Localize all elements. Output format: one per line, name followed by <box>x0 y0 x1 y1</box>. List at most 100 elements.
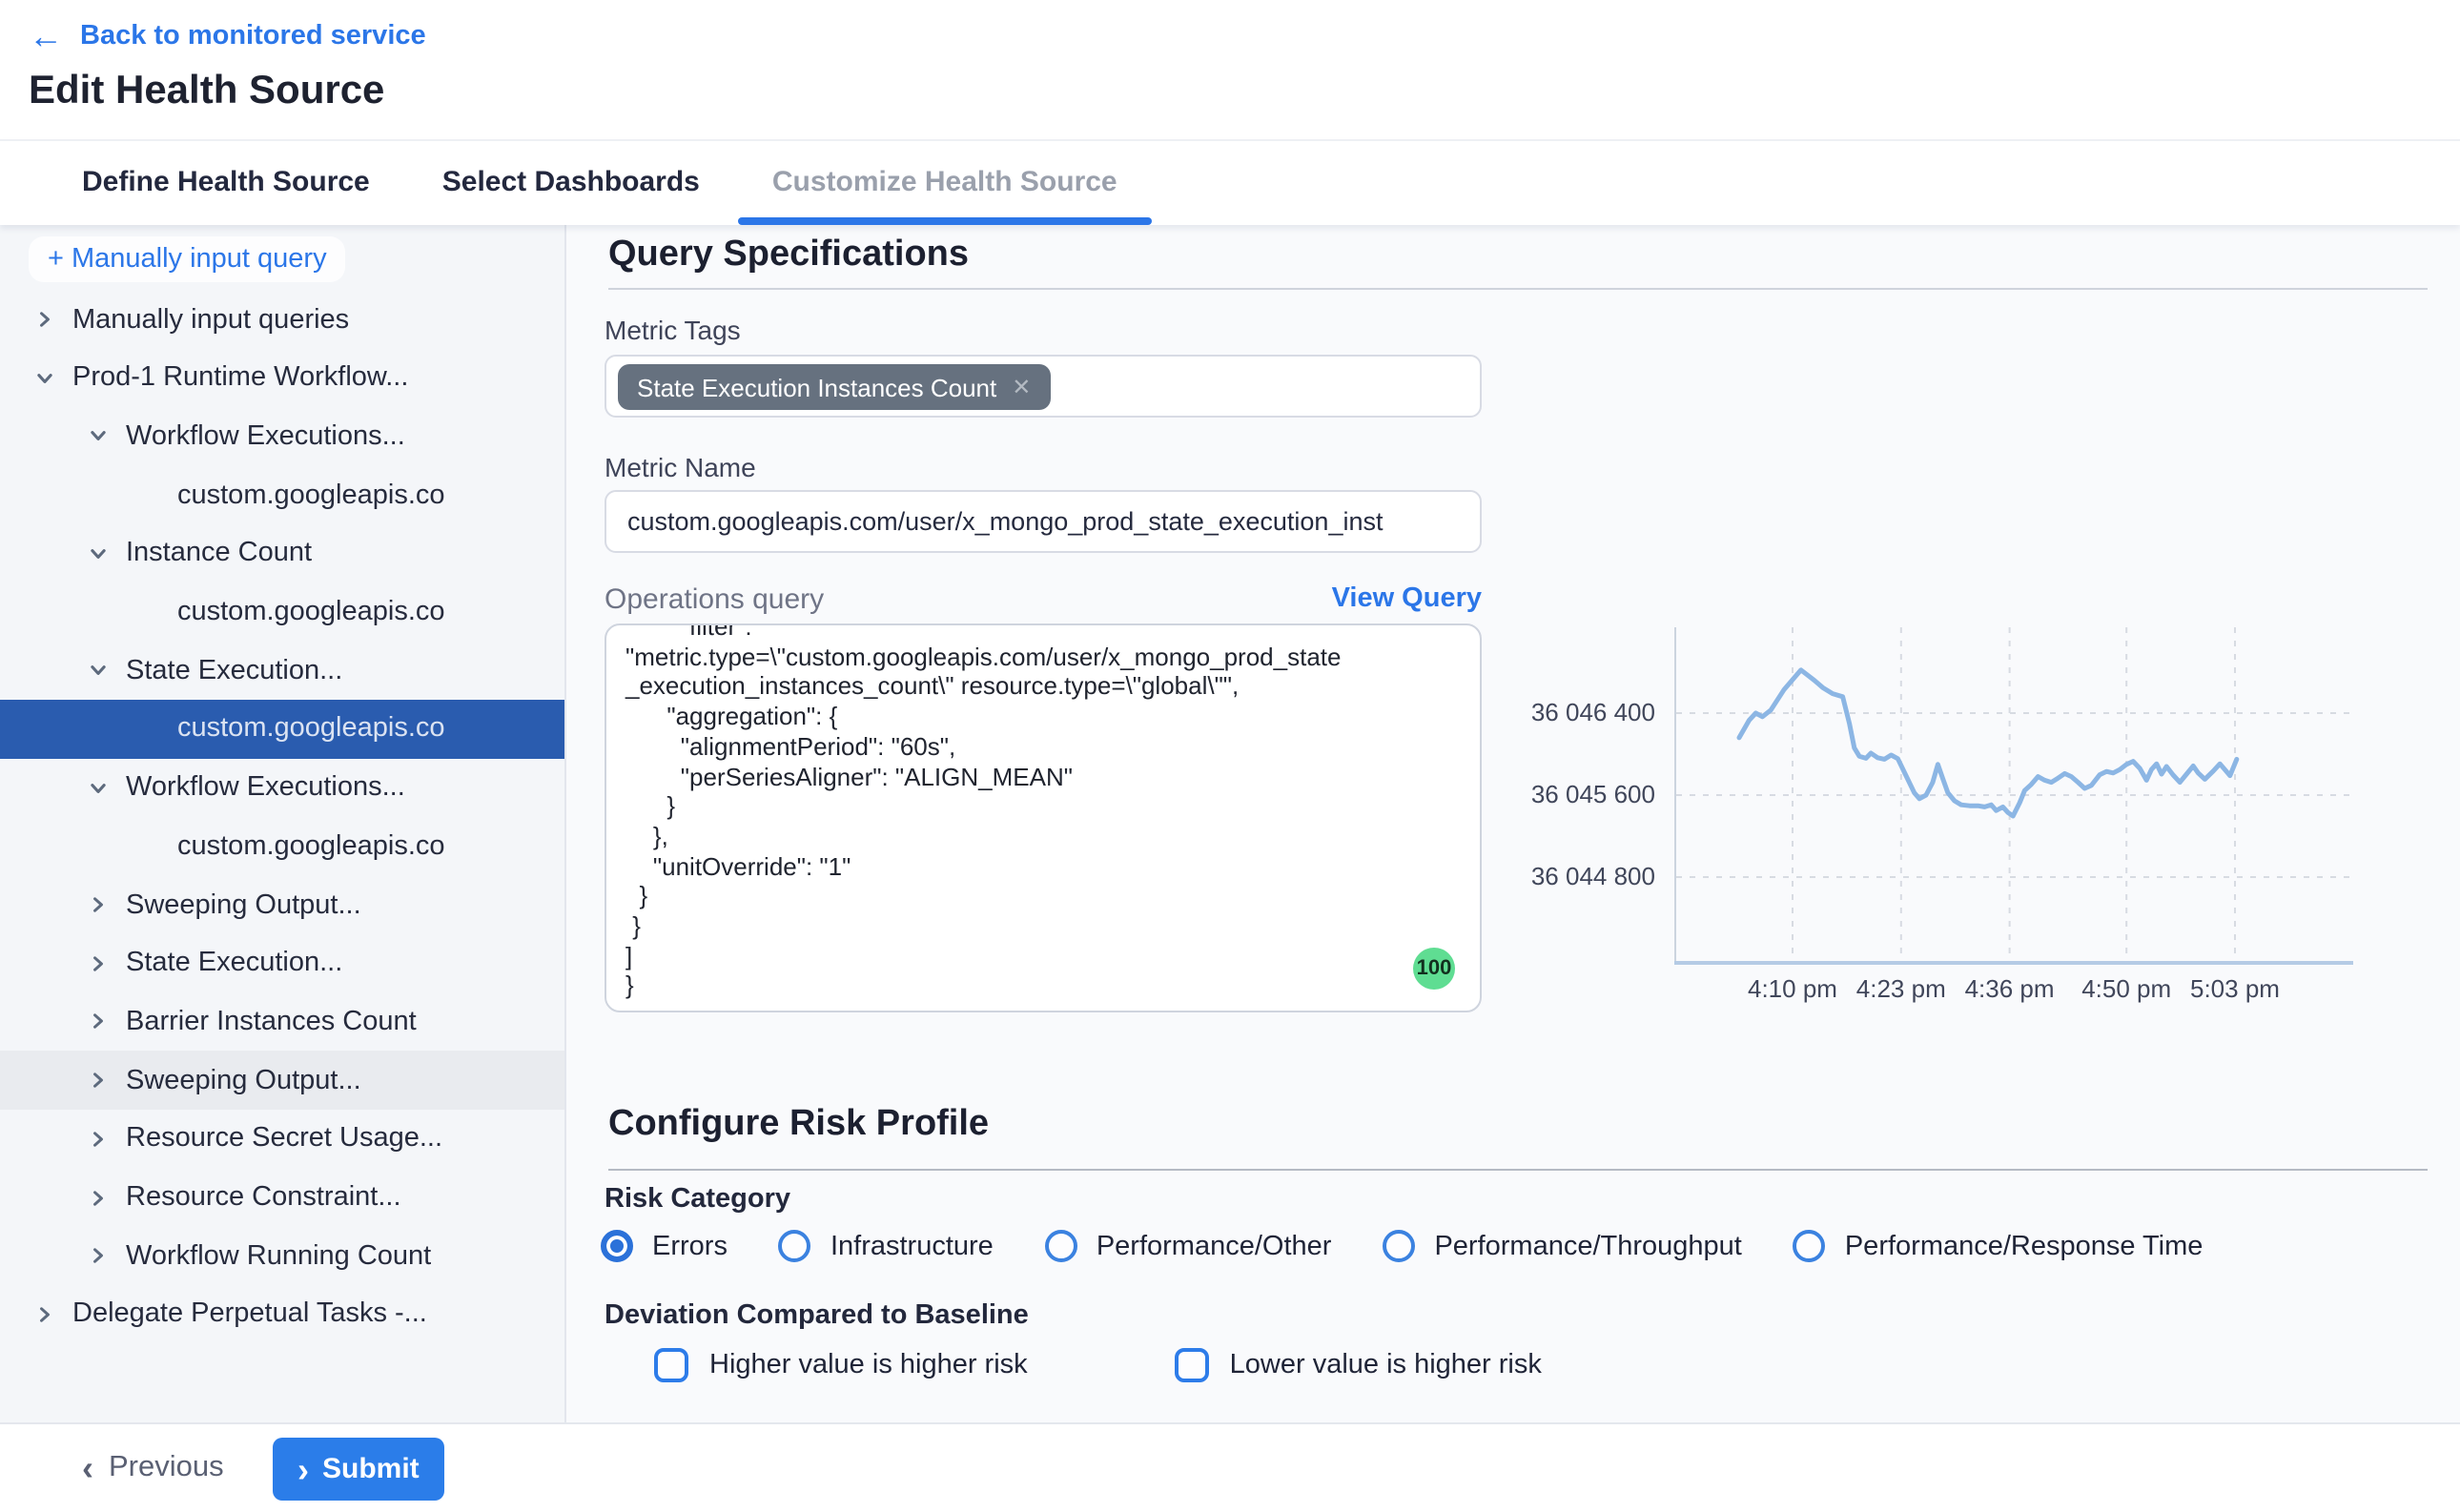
radio-performance-response-time[interactable]: Performance/Response Time <box>1794 1230 2204 1262</box>
chevron-down-icon[interactable] <box>88 426 109 447</box>
add-manual-query-button[interactable]: + Manually input query <box>29 236 346 282</box>
tree-item-resource-secret-usage[interactable]: Resource Secret Usage... <box>0 1110 566 1169</box>
tree-item-label: Instance Count <box>126 539 312 569</box>
chevron-right-icon[interactable] <box>88 894 109 915</box>
code-line: } <box>625 911 1461 941</box>
tree-item-prod-1-runtime-workflow[interactable]: Prod-1 Runtime Workflow... <box>0 348 566 407</box>
chevron-right-icon[interactable] <box>34 1304 55 1325</box>
back-arrow-icon: ← <box>29 19 63 53</box>
chevron-right-icon[interactable] <box>88 1129 109 1150</box>
tree-item-workflow-running-count[interactable]: Workflow Running Count <box>0 1226 566 1285</box>
submit-button[interactable]: › Submit <box>273 1438 444 1501</box>
x-tick-label: 5:03 pm <box>2174 974 2296 1003</box>
radio-unselected-icon[interactable] <box>1383 1230 1415 1262</box>
deviation-checkbox-group: Higher value is higher risk Lower value i… <box>654 1348 1542 1382</box>
metric-tags-label: Metric Tags <box>605 315 741 345</box>
chevron-left-icon: ‹ <box>82 1451 93 1485</box>
code-line: } <box>625 971 1461 1001</box>
chevron-down-icon[interactable] <box>88 660 109 681</box>
code-line: "perSeriesAligner": "ALIGN_MEAN" <box>625 762 1461 791</box>
tree-item-barrier-instances-count[interactable]: Barrier Instances Count <box>0 992 566 1052</box>
risk-category-radio-group: Errors Infrastructure Performance/Other Per… <box>601 1230 2203 1262</box>
tree-item-label: custom.googleapis.co <box>177 714 445 745</box>
tree-item-label: Workflow Executions... <box>126 772 405 803</box>
radio-unselected-icon[interactable] <box>1045 1230 1077 1262</box>
tree-item-label: Barrier Instances Count <box>126 1007 417 1037</box>
radio-label: Performance/Response Time <box>1845 1231 2204 1261</box>
chevron-right-icon[interactable] <box>88 952 109 973</box>
chevron-down-icon[interactable] <box>34 367 55 388</box>
radio-label: Performance/Other <box>1097 1231 1332 1261</box>
tree-item-label: Resource Secret Usage... <box>126 1124 442 1154</box>
configure-risk-profile-title: Configure Risk Profile <box>608 1104 989 1146</box>
tab-bar: Define Health SourceSelect DashboardsCus… <box>0 139 2460 225</box>
tree-item-workflow-executions[interactable]: Workflow Executions... <box>0 407 566 466</box>
tree-item-custom-googleapis-co[interactable]: custom.googleapis.co <box>0 817 566 876</box>
tree-item-manually-input-queries[interactable]: Manually input queries <box>0 290 566 349</box>
view-query-link[interactable]: View Query <box>1196 583 1482 614</box>
tab-select-dashboards[interactable]: Select Dashboards <box>416 141 727 225</box>
checkbox-icon[interactable] <box>654 1348 688 1382</box>
y-tick-label: 36 046 400 <box>1514 698 1655 726</box>
radio-infrastructure[interactable]: Infrastructure <box>779 1230 994 1262</box>
tree-item-label: Sweeping Output... <box>126 1065 361 1095</box>
tree-item-delegate-perpetual-tasks[interactable]: Delegate Perpetual Tasks -... <box>0 1285 566 1344</box>
chevron-right-icon[interactable] <box>88 1245 109 1266</box>
tree-item-instance-count[interactable]: Instance Count <box>0 524 566 583</box>
x-tick-label: 4:10 pm <box>1732 974 1854 1003</box>
tree-item-sweeping-output[interactable]: Sweeping Output... <box>0 1051 566 1110</box>
tree-item-custom-googleapis-co-selected[interactable]: custom.googleapis.co <box>0 700 566 759</box>
code-line: "alignmentPeriod": "60s", <box>625 732 1461 762</box>
radio-errors[interactable]: Errors <box>601 1230 728 1262</box>
back-to-monitored-service-link[interactable]: ← Back to monitored service <box>29 19 426 53</box>
tree-item-label: Workflow Executions... <box>126 421 405 452</box>
query-tree: Manually input queries Prod-1 Runtime Wor… <box>0 290 564 1422</box>
radio-unselected-icon[interactable] <box>779 1230 811 1262</box>
chevron-right-icon[interactable] <box>88 1011 109 1032</box>
tree-item-state-execution[interactable]: State Execution... <box>0 641 566 700</box>
x-tick-label: 4:36 pm <box>1949 974 2071 1003</box>
metric-name-input[interactable] <box>605 490 1482 553</box>
tree-item-resource-constraint[interactable]: Resource Constraint... <box>0 1168 566 1227</box>
remove-tag-icon[interactable]: ✕ <box>1012 374 1031 400</box>
tree-item-custom-googleapis-co[interactable]: custom.googleapis.co <box>0 465 566 524</box>
tree-item-label: Workflow Running Count <box>126 1240 431 1271</box>
chevron-right-icon[interactable] <box>88 1187 109 1208</box>
tab-define-health-source[interactable]: Define Health Source <box>55 141 397 225</box>
radio-label: Infrastructure <box>830 1231 994 1261</box>
radio-unselected-icon[interactable] <box>1794 1230 1826 1262</box>
chevron-down-icon[interactable] <box>88 777 109 798</box>
checkbox-lower-value-is-higher-risk[interactable]: Lower value is higher risk <box>1175 1348 1542 1382</box>
back-link-label: Back to monitored service <box>80 21 426 51</box>
checkbox-label: Lower value is higher risk <box>1230 1350 1542 1380</box>
previous-button[interactable]: ‹ Previous <box>82 1424 224 1512</box>
footer-bar: ‹ Previous › Submit <box>0 1422 2460 1510</box>
checkbox-icon[interactable] <box>1175 1348 1209 1382</box>
radio-performance-other[interactable]: Performance/Other <box>1045 1230 1332 1262</box>
operations-query-textarea[interactable]: "filter":"metric.type=\"custom.googleapi… <box>605 623 1482 1012</box>
tree-item-label: Prod-1 Runtime Workflow... <box>72 362 408 393</box>
metric-tags-input[interactable]: State Execution Instances Count ✕ <box>605 355 1482 418</box>
records-count-badge: 100 <box>1413 948 1455 990</box>
tree-item-workflow-executions[interactable]: Workflow Executions... <box>0 758 566 817</box>
tab-bar-items: Define Health SourceSelect DashboardsCus… <box>0 141 2460 225</box>
metric-tag-chip-label: State Execution Instances Count <box>637 373 996 401</box>
operations-query-label: Operations query <box>605 583 824 616</box>
radio-selected-icon[interactable] <box>601 1230 633 1262</box>
tab-customize-health-source[interactable]: Customize Health Source <box>746 141 1144 225</box>
tree-item-state-execution[interactable]: State Execution... <box>0 933 566 992</box>
chevron-down-icon[interactable] <box>88 543 109 564</box>
deviation-label: Deviation Compared to Baseline <box>605 1300 1029 1331</box>
tree-item-label: custom.googleapis.co <box>177 480 445 510</box>
chevron-right-icon[interactable] <box>88 1070 109 1091</box>
chevron-right-icon[interactable] <box>34 309 55 330</box>
tree-item-label: custom.googleapis.co <box>177 597 445 627</box>
tree-item-label: Sweeping Output... <box>126 889 361 920</box>
checkbox-higher-value-is-higher-risk[interactable]: Higher value is higher risk <box>654 1348 1028 1382</box>
tree-item-label: State Execution... <box>126 655 342 685</box>
tree-item-label: State Execution... <box>126 948 342 978</box>
metric-tag-chip: State Execution Instances Count ✕ <box>618 364 1050 410</box>
radio-performance-throughput[interactable]: Performance/Throughput <box>1383 1230 1741 1262</box>
tree-item-custom-googleapis-co[interactable]: custom.googleapis.co <box>0 582 566 642</box>
tree-item-sweeping-output[interactable]: Sweeping Output... <box>0 875 566 934</box>
